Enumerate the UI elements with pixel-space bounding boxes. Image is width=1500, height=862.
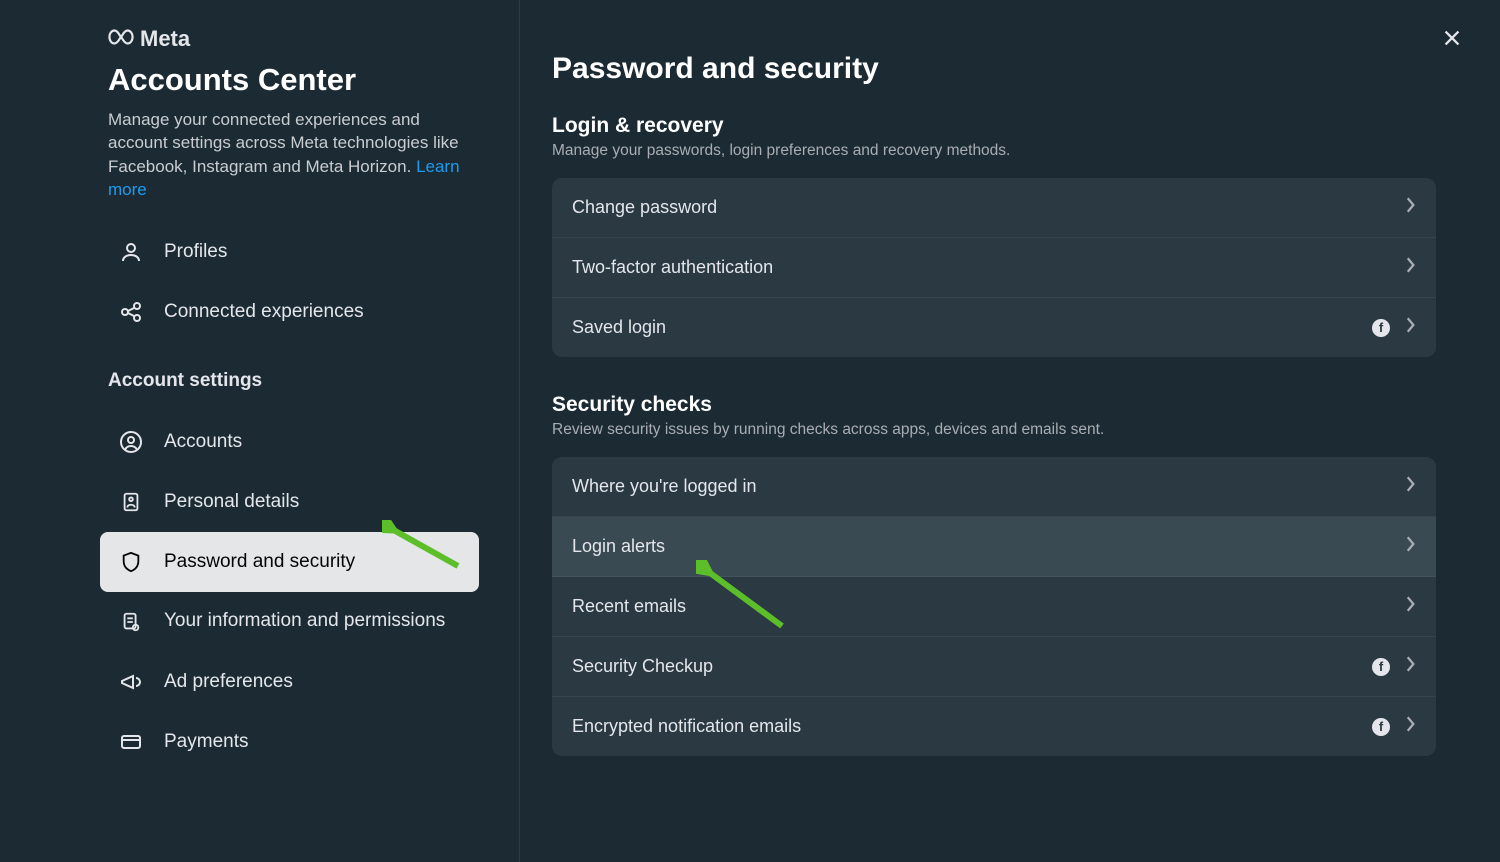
row-security-checkup[interactable]: Security Checkup f <box>552 637 1436 697</box>
row-saved-login[interactable]: Saved login f <box>552 298 1436 357</box>
sidebar-item-profiles[interactable]: Profiles <box>100 222 479 282</box>
share-nodes-icon <box>118 300 144 324</box>
chevron-right-icon <box>1404 655 1416 678</box>
row-label: Security Checkup <box>572 656 713 677</box>
row-label: Saved login <box>572 317 666 338</box>
card-icon <box>118 730 144 754</box>
chevron-right-icon <box>1404 595 1416 618</box>
page-title: Password and security <box>552 52 1436 86</box>
chevron-right-icon <box>1404 316 1416 339</box>
sidebar-item-label: Password and security <box>164 551 355 573</box>
sidebar-item-personal-details[interactable]: Personal details <box>100 472 479 532</box>
user-circle-icon <box>118 430 144 454</box>
meta-logo: Meta <box>108 26 479 52</box>
close-button[interactable] <box>1434 22 1470 58</box>
sidebar-item-your-information[interactable]: Your information and permissions <box>100 592 479 652</box>
group-security-checks: Security checks Review security issues b… <box>552 393 1436 756</box>
row-label: Recent emails <box>572 596 686 617</box>
document-lock-icon <box>118 610 144 634</box>
sidebar-item-password-security[interactable]: Password and security <box>100 532 479 592</box>
row-two-factor[interactable]: Two-factor authentication <box>552 238 1436 298</box>
sidebar-item-label: Accounts <box>164 431 242 453</box>
group-description: Manage your passwords, login preferences… <box>552 142 1436 160</box>
primary-nav: Profiles Connected experiences <box>40 222 479 342</box>
chevron-right-icon <box>1404 256 1416 279</box>
account-settings-heading: Account settings <box>108 370 479 392</box>
row-label: Change password <box>572 197 717 218</box>
settings-nav: Accounts Personal details Password and s… <box>40 412 479 772</box>
row-label: Two-factor authentication <box>572 257 773 278</box>
facebook-icon: f <box>1372 658 1390 676</box>
sidebar: Meta Accounts Center Manage your connect… <box>0 0 520 862</box>
meta-infinity-icon <box>108 28 134 51</box>
row-encrypted-emails[interactable]: Encrypted notification emails f <box>552 697 1436 756</box>
accounts-center-modal: Meta Accounts Center Manage your connect… <box>0 0 1500 862</box>
sidebar-item-label: Payments <box>164 731 248 753</box>
facebook-icon: f <box>1372 319 1390 337</box>
sidebar-item-ad-preferences[interactable]: Ad preferences <box>100 652 479 712</box>
shield-icon <box>118 550 144 574</box>
main-panel: Password and security Login & recovery M… <box>520 0 1500 862</box>
person-icon <box>118 240 144 264</box>
sidebar-item-label: Personal details <box>164 491 299 513</box>
row-label: Encrypted notification emails <box>572 716 801 737</box>
chevron-right-icon <box>1404 535 1416 558</box>
group-title: Security checks <box>552 393 1436 417</box>
group-card: Change password Two-factor authenticatio… <box>552 178 1436 357</box>
row-label: Where you're logged in <box>572 476 757 497</box>
chevron-right-icon <box>1404 196 1416 219</box>
row-where-logged-in[interactable]: Where you're logged in <box>552 457 1436 517</box>
facebook-icon: f <box>1372 718 1390 736</box>
sidebar-item-connected-experiences[interactable]: Connected experiences <box>100 282 479 342</box>
sidebar-item-label: Ad preferences <box>164 671 293 693</box>
sidebar-title: Accounts Center <box>108 62 479 98</box>
meta-wordmark: Meta <box>140 26 190 52</box>
group-description: Review security issues by running checks… <box>552 421 1436 439</box>
row-change-password[interactable]: Change password <box>552 178 1436 238</box>
sidebar-item-accounts[interactable]: Accounts <box>100 412 479 472</box>
close-icon <box>1441 27 1463 54</box>
row-label: Login alerts <box>572 536 665 557</box>
row-login-alerts[interactable]: Login alerts <box>552 517 1436 577</box>
group-login-recovery: Login & recovery Manage your passwords, … <box>552 114 1436 357</box>
chevron-right-icon <box>1404 475 1416 498</box>
sidebar-item-label: Your information and permissions <box>164 610 445 633</box>
sidebar-description: Manage your connected experiences and ac… <box>108 108 479 202</box>
megaphone-icon <box>118 670 144 694</box>
sidebar-item-label: Connected experiences <box>164 301 364 323</box>
id-card-icon <box>118 490 144 514</box>
chevron-right-icon <box>1404 715 1416 738</box>
sidebar-item-label: Profiles <box>164 241 227 263</box>
group-card: Where you're logged in Login alerts Rece… <box>552 457 1436 756</box>
row-recent-emails[interactable]: Recent emails <box>552 577 1436 637</box>
sidebar-item-payments[interactable]: Payments <box>100 712 479 772</box>
group-title: Login & recovery <box>552 114 1436 138</box>
